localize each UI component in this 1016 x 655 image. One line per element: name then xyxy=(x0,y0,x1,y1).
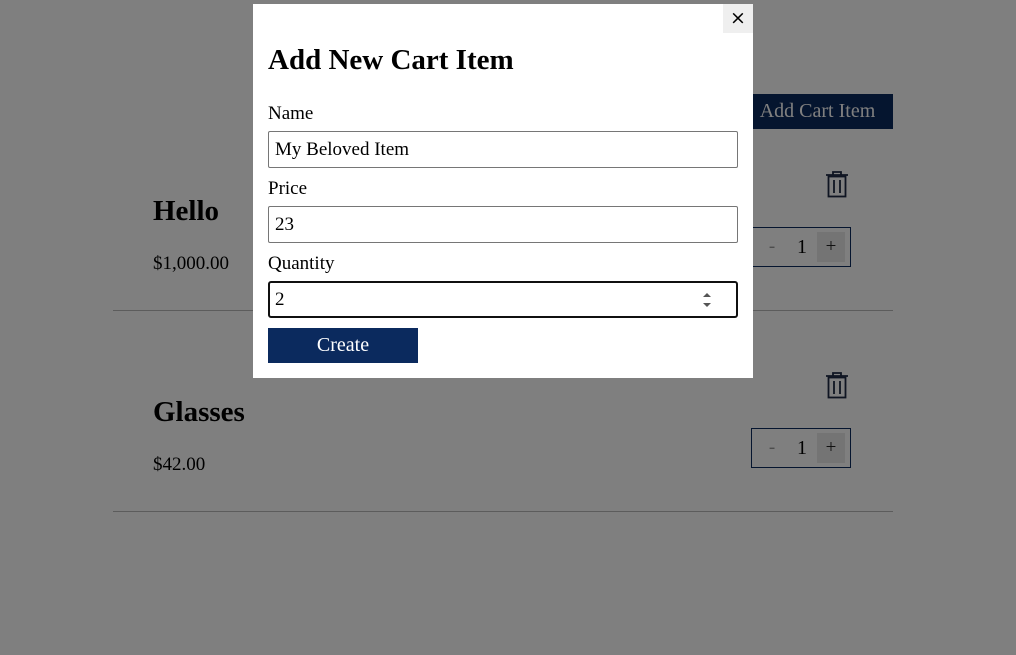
modal-title: Add New Cart Item xyxy=(268,44,514,76)
spinner-arrows-icon[interactable] xyxy=(701,290,713,310)
create-button[interactable]: Create xyxy=(268,328,418,363)
close-icon[interactable]: × xyxy=(723,4,753,33)
name-label: Name xyxy=(268,103,314,124)
price-label: Price xyxy=(268,178,308,199)
price-input[interactable] xyxy=(268,206,738,243)
quantity-input[interactable] xyxy=(268,281,738,318)
add-cart-item-modal: × Add New Cart Item Name Price Quantity … xyxy=(253,4,753,378)
name-input[interactable] xyxy=(268,131,738,168)
quantity-label: Quantity xyxy=(268,253,335,274)
